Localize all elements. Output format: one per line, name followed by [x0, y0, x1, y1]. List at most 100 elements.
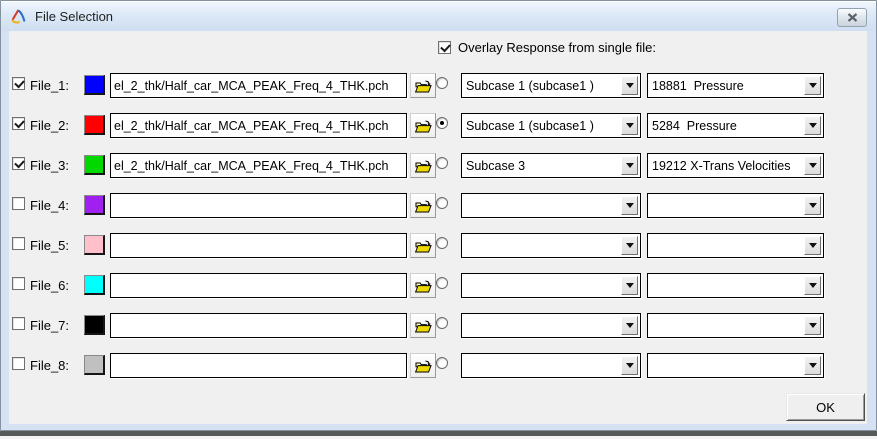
- dropdown-button[interactable]: [804, 76, 821, 95]
- color-swatch[interactable]: [84, 315, 105, 335]
- response-select[interactable]: [647, 193, 824, 218]
- browse-button[interactable]: [410, 113, 436, 138]
- open-folder-icon: [414, 77, 433, 94]
- file-label: File_1:: [30, 78, 69, 93]
- subcase-select[interactable]: [461, 193, 641, 218]
- dropdown-button[interactable]: [804, 316, 821, 335]
- overlay-response-label: Overlay Response from single file:: [458, 40, 656, 55]
- dropdown-button[interactable]: [621, 236, 638, 255]
- open-folder-icon: [414, 317, 433, 334]
- subcase-select[interactable]: [461, 233, 641, 258]
- file-label: File_5:: [30, 238, 69, 253]
- overlay-source-radio[interactable]: [436, 277, 448, 289]
- file-path-input[interactable]: [110, 353, 407, 378]
- file-enable-checkbox[interactable]: [12, 237, 25, 250]
- subcase-select[interactable]: [461, 273, 641, 298]
- subcase-select[interactable]: Subcase 3: [461, 153, 641, 178]
- titlebar: File Selection: [1, 1, 876, 31]
- color-swatch[interactable]: [84, 355, 105, 375]
- browse-button[interactable]: [410, 153, 436, 178]
- browse-button[interactable]: [410, 313, 436, 338]
- open-folder-icon: [414, 357, 433, 374]
- subcase-value: Subcase 3: [466, 159, 618, 173]
- caret-down-icon: [626, 323, 634, 328]
- overlay-response-checkbox[interactable]: [438, 41, 451, 54]
- color-swatch[interactable]: [84, 115, 105, 135]
- dropdown-button[interactable]: [621, 76, 638, 95]
- response-select[interactable]: 5284 Pressure: [647, 113, 824, 138]
- color-swatch[interactable]: [84, 75, 105, 95]
- response-select[interactable]: [647, 233, 824, 258]
- file-path-input[interactable]: [110, 153, 407, 178]
- file-enable-checkbox[interactable]: [12, 77, 25, 90]
- open-folder-icon: [414, 197, 433, 214]
- file-row: File_8:: [9, 347, 867, 387]
- overlay-source-radio[interactable]: [436, 117, 448, 129]
- file-path-input[interactable]: [110, 113, 407, 138]
- file-enable-checkbox[interactable]: [12, 197, 25, 210]
- subcase-select[interactable]: Subcase 1 (subcase1 ): [461, 113, 641, 138]
- file-row: File_6:: [9, 267, 867, 307]
- file-row: File_5:: [9, 227, 867, 267]
- overlay-source-radio[interactable]: [436, 77, 448, 89]
- overlay-source-radio[interactable]: [436, 237, 448, 249]
- file-enable-checkbox[interactable]: [12, 117, 25, 130]
- color-swatch[interactable]: [84, 195, 105, 215]
- dropdown-button[interactable]: [621, 156, 638, 175]
- response-select[interactable]: [647, 313, 824, 338]
- subcase-select[interactable]: Subcase 1 (subcase1 ): [461, 73, 641, 98]
- caret-down-icon: [626, 123, 634, 128]
- response-select[interactable]: 18881 Pressure: [647, 73, 824, 98]
- overlay-source-radio[interactable]: [436, 157, 448, 169]
- file-label: File_8:: [30, 358, 69, 373]
- browse-button[interactable]: [410, 73, 436, 98]
- file-enable-checkbox[interactable]: [12, 317, 25, 330]
- file-rows: File_1: Subcase 1 (subcase1 ) 18881 Pres…: [9, 67, 867, 387]
- dropdown-button[interactable]: [804, 156, 821, 175]
- browse-button[interactable]: [410, 273, 436, 298]
- close-button[interactable]: [837, 8, 867, 27]
- dropdown-button[interactable]: [621, 356, 638, 375]
- file-enable-checkbox[interactable]: [12, 277, 25, 290]
- dropdown-button[interactable]: [804, 276, 821, 295]
- browse-button[interactable]: [410, 353, 436, 378]
- browse-button[interactable]: [410, 233, 436, 258]
- dropdown-button[interactable]: [804, 356, 821, 375]
- dropdown-button[interactable]: [804, 196, 821, 215]
- color-swatch[interactable]: [84, 235, 105, 255]
- file-path-input[interactable]: [110, 313, 407, 338]
- caret-down-icon: [809, 123, 817, 128]
- dropdown-button[interactable]: [804, 236, 821, 255]
- file-enable-checkbox[interactable]: [12, 157, 25, 170]
- color-swatch[interactable]: [84, 155, 105, 175]
- file-enable-checkbox[interactable]: [12, 357, 25, 370]
- file-path-input[interactable]: [110, 193, 407, 218]
- window-title: File Selection: [35, 9, 113, 24]
- dropdown-button[interactable]: [621, 196, 638, 215]
- overlay-source-radio[interactable]: [436, 317, 448, 329]
- dropdown-button[interactable]: [621, 316, 638, 335]
- caret-down-icon: [809, 243, 817, 248]
- subcase-value: Subcase 1 (subcase1 ): [466, 79, 618, 93]
- response-select[interactable]: [647, 273, 824, 298]
- color-swatch[interactable]: [84, 275, 105, 295]
- file-path-input[interactable]: [110, 273, 407, 298]
- browse-button[interactable]: [410, 193, 436, 218]
- file-selection-dialog: File Selection Overlay Response from sin…: [0, 0, 877, 431]
- response-select[interactable]: [647, 353, 824, 378]
- file-label: File_7:: [30, 318, 69, 333]
- overlay-source-radio[interactable]: [436, 357, 448, 369]
- response-select[interactable]: 19212 X-Trans Velocities: [647, 153, 824, 178]
- dropdown-button[interactable]: [621, 276, 638, 295]
- ok-button[interactable]: OK: [786, 393, 865, 421]
- dropdown-button[interactable]: [804, 116, 821, 135]
- subcase-select[interactable]: [461, 353, 641, 378]
- file-path-input[interactable]: [110, 233, 407, 258]
- caret-down-icon: [626, 203, 634, 208]
- open-folder-icon: [414, 117, 433, 134]
- dropdown-button[interactable]: [621, 116, 638, 135]
- file-path-input[interactable]: [110, 73, 407, 98]
- overlay-source-radio[interactable]: [436, 197, 448, 209]
- file-label: File_4:: [30, 198, 69, 213]
- subcase-select[interactable]: [461, 313, 641, 338]
